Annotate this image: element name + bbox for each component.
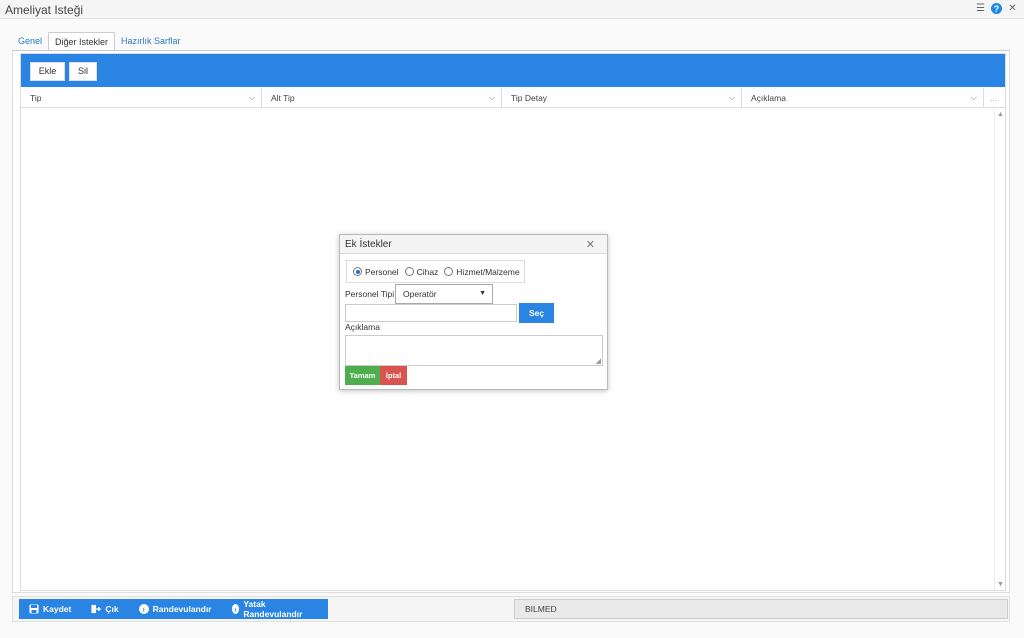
status-field: BILMED xyxy=(514,599,1008,619)
column-header-aciklama[interactable]: Açıklama ⌵ xyxy=(742,88,984,108)
title-bar: Ameliyat Isteği ☰ ? ✕ xyxy=(0,0,1024,19)
ok-button[interactable]: Tamam xyxy=(345,366,380,385)
resize-grip-icon[interactable]: ◢ xyxy=(596,357,601,365)
column-label: Açıklama xyxy=(751,93,786,103)
grid-toolbar: Ekle Sil xyxy=(21,54,1005,87)
grid-header: Tip ⌵ Alt Tip ⌵ Tip Detay ⌵ Açıklama ⌵ .… xyxy=(21,88,1005,108)
column-header-alt-tip[interactable]: Alt Tip ⌵ xyxy=(262,88,502,108)
radio-personel[interactable]: Personel xyxy=(353,267,399,277)
radio-label: Cihaz xyxy=(416,266,439,277)
save-icon xyxy=(29,604,39,614)
action-label: Randevulandır xyxy=(152,604,212,614)
column-header-tip[interactable]: Tip ⌵ xyxy=(21,88,262,108)
vertical-scrollbar[interactable]: ▲ ▼ xyxy=(994,109,1005,590)
dialog-header: Ek İstekler ✕ xyxy=(340,235,607,254)
personel-tipi-label: Personel Tipi xyxy=(345,289,395,299)
add-button[interactable]: Ekle xyxy=(30,62,65,81)
caret-down-icon: ▼ xyxy=(479,290,486,297)
request-type-radio-group: Personel Cihaz Hizmet/Malzeme xyxy=(346,260,525,283)
ek-istekler-dialog: Ek İstekler ✕ Personel Cihaz Hizmet/Malz… xyxy=(339,234,608,390)
chevron-down-icon[interactable]: ⌵ xyxy=(971,88,977,108)
scroll-up-icon[interactable]: ▲ xyxy=(997,111,1004,118)
aciklama-label: Açıklama xyxy=(345,322,380,332)
aciklama-textarea[interactable]: ◢ xyxy=(345,335,603,366)
radio-label: Personel xyxy=(365,266,399,277)
footer-bar: Kaydet Çık › Randevulandır › Yatak Rande… xyxy=(12,596,1010,622)
exit-button[interactable]: Çık xyxy=(91,604,119,614)
settings-sliders-icon[interactable]: ☰ xyxy=(975,3,986,14)
save-button[interactable]: Kaydet xyxy=(29,604,71,614)
window-tools: ☰ ? ✕ xyxy=(975,3,1018,14)
tab-bar: Genel Diğer Istekler Hazırlık Sarflar xyxy=(12,32,187,51)
tab-hazirlik-sarflar[interactable]: Hazırlık Sarflar xyxy=(115,32,187,51)
select-button[interactable]: Seç xyxy=(519,303,554,323)
column-label: Alt Tip xyxy=(271,93,295,103)
tab-diger-istekler[interactable]: Diğer Istekler xyxy=(48,32,116,51)
cancel-button[interactable]: İptal xyxy=(380,366,407,385)
yatak-randevulandir-button[interactable]: › Yatak Randevulandır xyxy=(231,599,308,619)
column-label: Tip xyxy=(30,93,42,103)
column-chooser[interactable]: ... xyxy=(984,88,1005,108)
column-label: Tip Detay xyxy=(511,93,548,103)
action-label: Kaydet xyxy=(43,604,72,614)
radio-hizmet-malzeme[interactable]: Hizmet/Malzeme xyxy=(444,266,520,277)
scroll-down-icon[interactable]: ▼ xyxy=(997,581,1004,588)
randevulandir-button[interactable]: › Randevulandır xyxy=(138,604,212,614)
radio-button[interactable] xyxy=(404,267,414,276)
radio-button[interactable] xyxy=(444,267,454,276)
radio-button[interactable] xyxy=(353,267,362,276)
radio-label: Hizmet/Malzeme xyxy=(456,266,520,277)
help-icon[interactable]: ? xyxy=(991,3,1002,14)
tab-genel[interactable]: Genel xyxy=(12,32,48,51)
action-label: Yatak Randevulandır xyxy=(243,599,303,619)
chevron-down-icon[interactable]: ⌵ xyxy=(489,88,495,108)
personel-tipi-select[interactable]: Operatör ▼ xyxy=(395,284,493,304)
close-icon[interactable]: ✕ xyxy=(1007,3,1018,14)
chevron-down-icon[interactable]: ⌵ xyxy=(249,88,255,108)
dialog-title: Ek İstekler xyxy=(345,239,392,250)
column-header-tip-detay[interactable]: Tip Detay ⌵ xyxy=(502,88,742,108)
window-title: Ameliyat Isteği xyxy=(5,3,84,17)
action-label: Çık xyxy=(105,604,119,614)
delete-button[interactable]: Sil xyxy=(69,62,97,81)
chevron-down-icon[interactable]: ⌵ xyxy=(729,88,735,108)
exit-icon xyxy=(91,604,102,614)
personel-search-input[interactable] xyxy=(345,304,517,322)
radio-cihaz[interactable]: Cihaz xyxy=(404,266,439,277)
selected-value: Operatör xyxy=(403,289,437,299)
chevron-right-circle-icon: › xyxy=(138,604,149,614)
close-icon[interactable]: ✕ xyxy=(586,238,595,251)
chevron-right-circle-icon: › xyxy=(231,604,240,614)
action-bar: Kaydet Çık › Randevulandır › Yatak Rande… xyxy=(19,599,328,619)
